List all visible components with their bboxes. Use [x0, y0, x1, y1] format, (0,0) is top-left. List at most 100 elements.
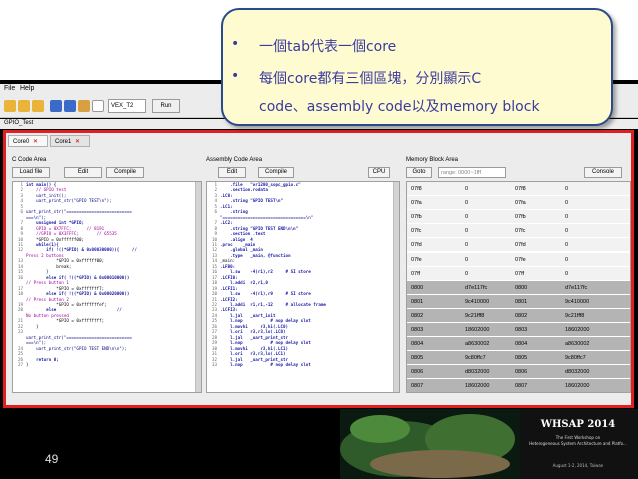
memory-cell: 07fd — [411, 242, 422, 249]
memory-cell: 0801 — [515, 298, 528, 305]
memory-row[interactable]: 07fa 0 07fa 0 — [407, 196, 630, 211]
document-icon[interactable] — [92, 100, 104, 112]
code-text: GPIO = 0X7FFC; // 8191 — [26, 225, 105, 231]
code-text: l.sw -4(r1),r9 # SI store — [220, 291, 311, 297]
code-text: else if( !((*GPIO) & 0x00020000)) — [26, 291, 130, 297]
goto-button[interactable]: Goto — [406, 167, 432, 178]
memory-cell: 0 — [565, 186, 569, 192]
open-folder-icon[interactable] — [32, 100, 44, 112]
open-folder-icon[interactable] — [4, 100, 16, 112]
code-text: .file "or1200_sopc_gpio.c" — [220, 182, 301, 187]
console-button[interactable]: Console — [584, 167, 622, 178]
memory-cell: 0 — [565, 228, 569, 235]
code-text: ===\n"); — [26, 214, 47, 220]
memory-cell: 0805 — [515, 355, 528, 362]
memory-row[interactable]: 0800 d7e117fc 0800 d7e117fc — [407, 280, 630, 295]
code-text: *GPIO = 0xfffffff7; — [26, 285, 105, 291]
menu-help[interactable]: Help — [20, 85, 34, 92]
memory-cell: 07ff — [515, 270, 525, 277]
code-text: *GPIO = 0xffffff00; — [26, 236, 84, 242]
garden-photo: WHSAP 2014 The First Workshop on Heterog… — [340, 409, 638, 479]
tab-core0[interactable]: Core0 ✕ — [8, 135, 48, 147]
memory-cell: 0802 — [411, 312, 424, 319]
menu-file[interactable]: File — [4, 85, 15, 92]
memory-cell: 0800 — [411, 284, 424, 291]
range-input[interactable]: range: 0000~1fff — [438, 167, 506, 178]
code-text: l.ori r3,r3,lo(.LC0) — [220, 329, 286, 335]
memory-cell: 07fb — [515, 214, 526, 221]
memory-row[interactable]: 0801 9c410000 0801 9c410000 — [407, 294, 630, 309]
c-code-editor[interactable]: 1 int main() {2 // GPIO test 3 uart_init()… — [12, 181, 202, 393]
build-icon[interactable] — [78, 100, 90, 112]
memory-cell: 0 — [565, 256, 569, 263]
code-line: 27} — [13, 362, 201, 367]
c-edit-button[interactable]: Edit — [64, 167, 102, 178]
asm-edit-button[interactable]: Edit — [218, 167, 246, 178]
code-text: .align 4 — [220, 236, 253, 242]
memory-row[interactable]: 07fb 0 07fb 0 — [407, 210, 630, 225]
memory-row[interactable]: 07f8 0 07f8 0 — [407, 182, 630, 196]
memory-cell: 0803 — [515, 327, 528, 333]
memory-row[interactable]: 0804 a8630002 0804 a8630002 — [407, 337, 630, 352]
run-button[interactable]: Run — [152, 99, 180, 113]
save-icon[interactable] — [64, 100, 76, 112]
memory-cell: 0 — [465, 214, 469, 221]
memory-row[interactable]: 0807 18602000 0807 18602000 — [407, 379, 630, 392]
open-folder-icon[interactable] — [18, 100, 30, 112]
memory-cell: 0 — [565, 242, 569, 249]
code-text: .LC2: — [220, 220, 233, 226]
code-text: l.jal _uart_print_str — [220, 356, 289, 362]
callout-box: • 一個tab代表一個core • 每個core都有三個區塊，分別顯示C cod… — [221, 8, 613, 126]
code-text: .string "GPIO TEST END\n\n" — [220, 225, 299, 231]
tab-label: Core0 — [13, 139, 30, 145]
conference-logo: WHSAP 2014 The First Workshop on Heterog… — [340, 409, 638, 479]
memory-cell: 0803 — [411, 327, 424, 333]
close-icon[interactable]: ✕ — [75, 139, 80, 145]
tab-core1[interactable]: Core1 ✕ — [50, 135, 90, 147]
memory-row[interactable]: 0803 18602000 0803 18602000 — [407, 323, 630, 337]
memory-row[interactable]: 07fd 0 07fd 0 — [407, 238, 630, 253]
memory-cell: 0 — [465, 228, 469, 235]
memory-row[interactable]: 07fc 0 07fc 0 — [407, 224, 630, 239]
memory-cell: 0802 — [515, 312, 528, 319]
asm-code-title: Assembly Code Area — [206, 157, 263, 163]
target-select[interactable]: VEX_T2 — [108, 99, 146, 113]
logo-date: August 1-2, 2014, Taiwan — [553, 463, 604, 468]
cpu-button[interactable]: CPU — [368, 167, 390, 178]
code-text: .LCFI3: — [220, 307, 238, 313]
callout-line-2: 每個core都有三個區塊，分別顯示C — [259, 71, 482, 87]
asm-compile-button[interactable]: Compile — [258, 167, 294, 178]
scrollbar[interactable] — [393, 182, 399, 392]
load-file-button[interactable]: Load file — [12, 167, 50, 178]
memory-cell: 0806 — [515, 369, 528, 376]
save-icon[interactable] — [50, 100, 62, 112]
code-text: Press 2 buttons — [26, 252, 64, 258]
code-text: .LC1: — [220, 203, 233, 209]
memory-row[interactable]: 0806 d8032000 0806 d8032000 — [407, 365, 630, 380]
code-text: l.nop # nop delay slot — [220, 318, 311, 324]
memory-row[interactable]: 07ff 0 07ff 0 — [407, 266, 630, 281]
close-icon[interactable]: ✕ — [33, 139, 38, 145]
memory-cell: 9c410000 — [465, 298, 490, 305]
slide: File Help VEX_T2 Run GPIO_Test Core0 ✕ C… — [0, 0, 638, 479]
memory-row[interactable]: 0805 9c80ffc7 0805 9c80ffc7 — [407, 351, 630, 366]
highlight-frame: Core0 ✕ Core1 ✕ C Code Area Load file Ed… — [3, 130, 634, 408]
memory-cell: 07fe — [411, 256, 422, 263]
callout-line-3: code、assembly code以及memory block — [259, 99, 540, 115]
tab-label: Core1 — [55, 139, 72, 145]
memory-row[interactable]: 0802 9c21fff8 0802 9c21fff8 — [407, 308, 630, 323]
code-text: // Press button 1 — [26, 280, 69, 286]
memory-row[interactable]: 07fe 0 07fe 0 — [407, 252, 630, 267]
code-text: // Press button 2 — [26, 296, 69, 302]
code-text: } — [26, 361, 29, 367]
code-text: l.nop # nop delay slot — [220, 361, 311, 367]
code-text: uart_print_str("GPIO TEST\n"); — [26, 198, 112, 204]
code-text: l.ori r3,r3,lo(.LC1) — [220, 351, 286, 357]
c-code-title: C Code Area — [12, 157, 47, 163]
c-compile-button[interactable]: Compile — [106, 167, 144, 178]
memory-cell: a8630002 — [465, 341, 490, 348]
code-text: .section .text — [220, 231, 266, 237]
asm-code-editor[interactable]: 1 .file "or1200_sopc_gpio.c" 2 .section.r… — [206, 181, 400, 393]
code-text: int main() { — [26, 182, 57, 187]
scrollbar[interactable] — [195, 182, 201, 392]
